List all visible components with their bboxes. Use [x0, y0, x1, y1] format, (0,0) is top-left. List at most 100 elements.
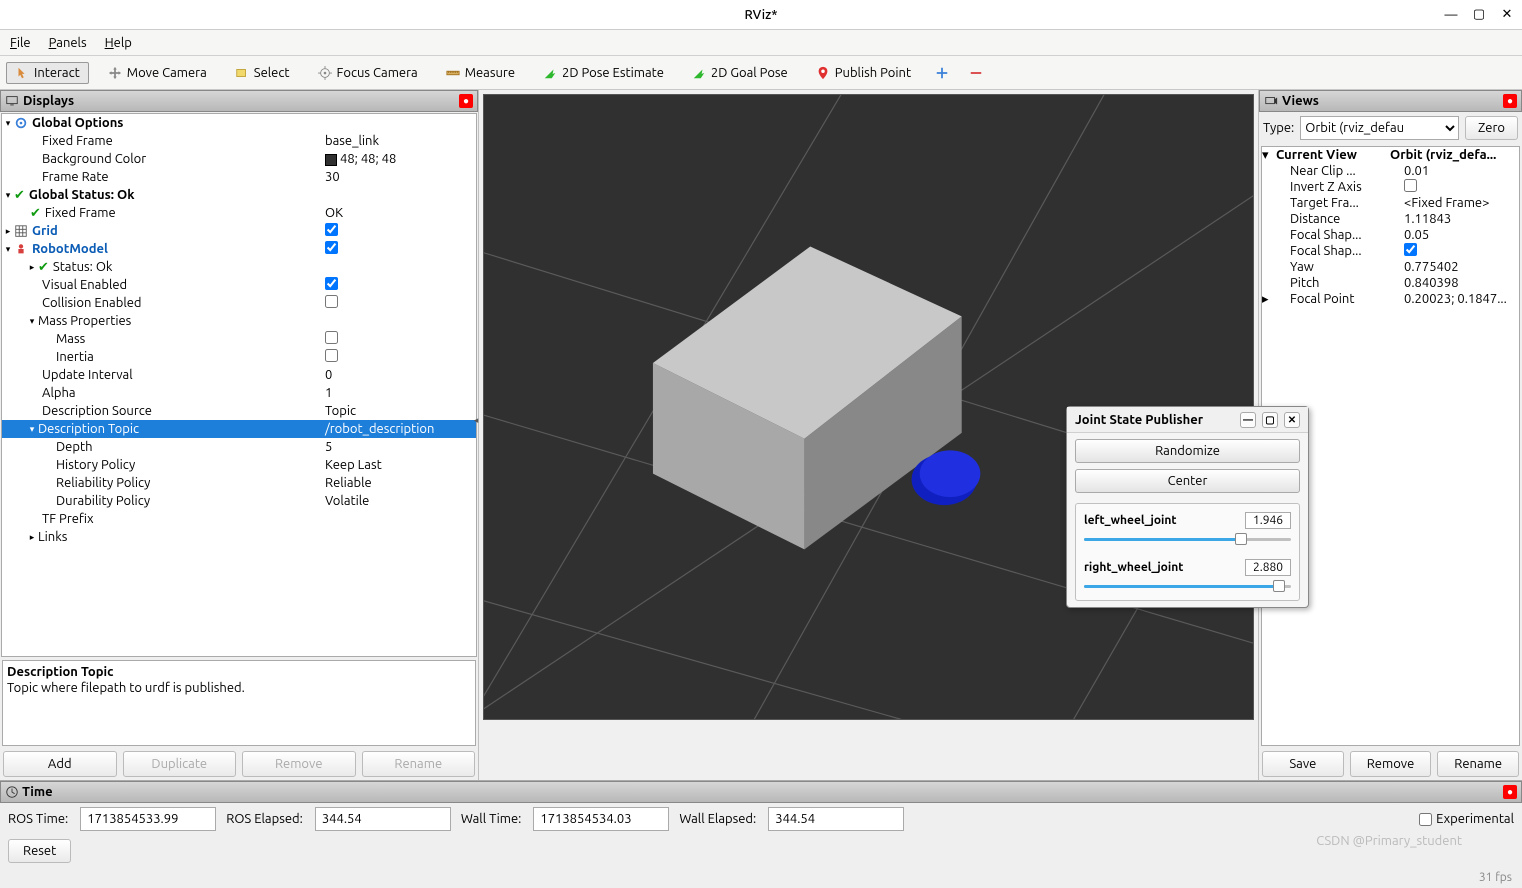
minimize-button[interactable]: —: [1444, 8, 1458, 22]
time-close-button[interactable]: ●: [1503, 785, 1517, 799]
tool-measure[interactable]: Measure: [437, 62, 524, 84]
jsp-right-joint-slider[interactable]: [1084, 580, 1291, 592]
displays-rename-button[interactable]: Rename: [362, 751, 476, 777]
jsp-close-button[interactable]: ✕: [1284, 412, 1300, 428]
reset-button[interactable]: Reset: [8, 839, 71, 863]
panel-collapse-handle[interactable]: ◂: [471, 400, 481, 440]
tree-reliability-policy[interactable]: Reliability Policy: [56, 476, 150, 490]
jsp-center-button[interactable]: Center: [1075, 469, 1300, 493]
tree-desc-topic[interactable]: Description Topic: [38, 422, 139, 436]
robotmodel-checkbox[interactable]: [325, 241, 338, 254]
mass-checkbox[interactable]: [325, 331, 338, 344]
tree-links[interactable]: Links: [38, 530, 67, 544]
wall-time-field[interactable]: [533, 807, 669, 831]
interact-icon: [15, 66, 29, 80]
tree-global-options[interactable]: Global Options: [32, 116, 123, 130]
tree-status-ok[interactable]: Status: Ok: [53, 260, 113, 274]
goal-pose-icon: [692, 66, 706, 80]
tree-collision-enabled[interactable]: Collision Enabled: [42, 296, 142, 310]
pose-estimate-icon: [543, 66, 557, 80]
invert-z-checkbox[interactable]: [1404, 179, 1417, 192]
tree-alpha[interactable]: Alpha: [42, 386, 76, 400]
focal-shape-fixed-checkbox[interactable]: [1404, 243, 1417, 256]
gear-icon: [14, 116, 28, 130]
jsp-maximize-button[interactable]: ▢: [1262, 412, 1278, 428]
menu-panels[interactable]: Panels: [49, 36, 87, 50]
tree-bg-color[interactable]: Background Color: [42, 152, 146, 166]
ros-time-field[interactable]: [80, 807, 216, 831]
grid-checkbox[interactable]: [325, 223, 338, 236]
views-remove-button[interactable]: Remove: [1350, 751, 1432, 777]
grid-icon: [14, 224, 28, 238]
check-icon: ✔: [38, 260, 49, 275]
views-type-select[interactable]: Orbit (rviz_defau: [1300, 116, 1459, 140]
jsp-left-joint-slider[interactable]: [1084, 533, 1291, 545]
menubar: File Panels Help: [0, 30, 1522, 56]
tool-remove[interactable]: [964, 62, 988, 84]
tree-history-policy[interactable]: History Policy: [56, 458, 135, 472]
tool-add[interactable]: [930, 62, 954, 84]
time-panel-title: Time ●: [0, 781, 1522, 803]
menu-help[interactable]: Help: [105, 36, 132, 50]
tree-frame-rate[interactable]: Frame Rate: [42, 170, 109, 184]
tool-interact[interactable]: Interact: [6, 62, 89, 84]
views-type-label: Type:: [1263, 121, 1294, 135]
visual-enabled-checkbox[interactable]: [325, 277, 338, 290]
menu-file[interactable]: File: [10, 36, 31, 50]
window-title: RViz*: [0, 8, 1522, 22]
ros-elapsed-field[interactable]: [315, 807, 451, 831]
tool-focus-camera[interactable]: Focus Camera: [309, 62, 427, 84]
views-zero-button[interactable]: Zero: [1465, 116, 1518, 140]
tool-move-camera[interactable]: Move Camera: [99, 62, 216, 84]
tool-2d-pose-estimate[interactable]: 2D Pose Estimate: [534, 62, 673, 84]
tree-update-interval[interactable]: Update Interval: [42, 368, 133, 382]
tree-inertia[interactable]: Inertia: [56, 350, 94, 364]
displays-remove-button[interactable]: Remove: [242, 751, 356, 777]
tree-depth[interactable]: Depth: [56, 440, 93, 454]
displays-description: Description Topic Topic where filepath t…: [2, 660, 476, 746]
tool-select[interactable]: Select: [226, 62, 299, 84]
tree-robotmodel[interactable]: RobotModel: [32, 242, 108, 256]
measure-icon: [446, 66, 460, 80]
watermark: CSDN @Primary_student: [1316, 834, 1462, 848]
displays-tree[interactable]: ▾Global Options ·Fixed Framebase_link ·B…: [1, 113, 477, 657]
maximize-button[interactable]: ▢: [1472, 8, 1486, 22]
tree-grid[interactable]: Grid: [32, 224, 58, 238]
jsp-minimize-button[interactable]: —: [1240, 412, 1256, 428]
tool-2d-goal-pose[interactable]: 2D Goal Pose: [683, 62, 797, 84]
views-close-button[interactable]: ●: [1503, 94, 1517, 108]
tree-mass[interactable]: Mass: [56, 332, 85, 346]
tree-durability-policy[interactable]: Durability Policy: [56, 494, 150, 508]
move-camera-icon: [108, 66, 122, 80]
tree-desc-source[interactable]: Description Source: [42, 404, 152, 418]
close-button[interactable]: ✕: [1500, 8, 1514, 22]
collision-enabled-checkbox[interactable]: [325, 295, 338, 308]
tree-fixed-frame[interactable]: Fixed Frame: [42, 134, 113, 148]
experimental-checkbox[interactable]: [1419, 813, 1432, 826]
ros-time-label: ROS Time:: [8, 812, 68, 826]
views-rename-button[interactable]: Rename: [1437, 751, 1519, 777]
displays-close-button[interactable]: ●: [459, 94, 473, 108]
wall-elapsed-field[interactable]: [768, 807, 904, 831]
tree-fixed-frame-status[interactable]: Fixed Frame: [45, 206, 116, 220]
jsp-right-joint-value[interactable]: 2.880: [1245, 559, 1291, 576]
jsp-left-joint-value[interactable]: 1.946: [1245, 512, 1291, 529]
tree-global-status[interactable]: Global Status: Ok: [29, 188, 135, 202]
publish-point-icon: [816, 66, 830, 80]
tree-mass-properties[interactable]: Mass Properties: [38, 314, 131, 328]
displays-panel-title: Displays ●: [0, 90, 478, 112]
displays-add-button[interactable]: Add: [3, 751, 117, 777]
displays-icon: [5, 94, 19, 108]
displays-duplicate-button[interactable]: Duplicate: [123, 751, 237, 777]
wall-time-label: Wall Time:: [461, 812, 522, 826]
tree-visual-enabled[interactable]: Visual Enabled: [42, 278, 127, 292]
tool-publish-point[interactable]: Publish Point: [807, 62, 920, 84]
joint-state-publisher-window[interactable]: Joint State Publisher — ▢ ✕ Randomize Ce…: [1066, 406, 1309, 608]
fps-indicator: 31 fps: [1479, 871, 1512, 884]
jsp-randomize-button[interactable]: Randomize: [1075, 439, 1300, 463]
jsp-title: Joint State Publisher: [1075, 413, 1203, 427]
tree-tf-prefix[interactable]: TF Prefix: [42, 512, 94, 526]
views-save-button[interactable]: Save: [1262, 751, 1344, 777]
inertia-checkbox[interactable]: [325, 349, 338, 362]
jsp-left-joint-label: left_wheel_joint: [1084, 514, 1177, 527]
